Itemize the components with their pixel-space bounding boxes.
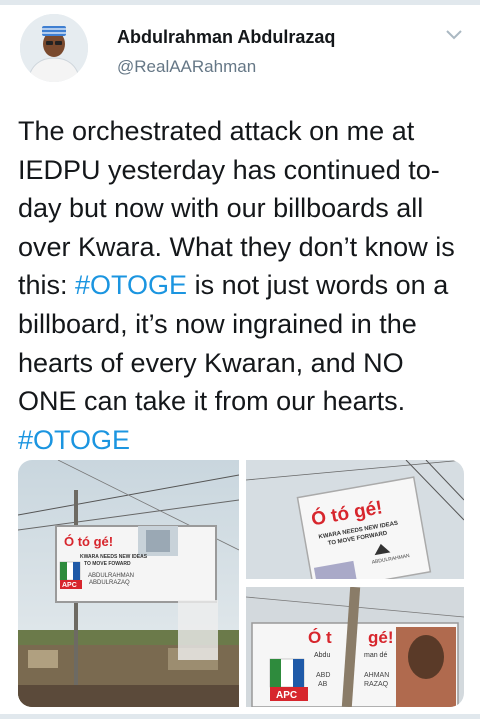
hashtag-link[interactable]: #OTOGE [75, 270, 187, 300]
media-grid: Ó tó gé! KWARA NEEDS NEW IDEAS TO MOVE F… [18, 460, 464, 707]
billboard-tagline: KWARA NEEDS NEW IDEAS [80, 554, 148, 560]
billboard-tagline: TO MOVE FOWARD [84, 561, 131, 567]
hashtag-link[interactable]: #OTOGE [18, 425, 130, 455]
billboard-candidate: ABDULRAHMAN [88, 573, 134, 579]
billboard-candidate: RAZAQ [364, 681, 389, 688]
tweet-text: The orchestrated attack on me at IEDPU y… [18, 112, 468, 459]
author-name[interactable]: Abdulrahman Abdulrazaq [117, 27, 335, 48]
billboard-photo: Ó tó gé! KWARA NEEDS NEW IDEAS TO MOVE F… [246, 460, 464, 579]
billboard-slogan-partial: Ó t [308, 628, 332, 647]
tweet-photo-3[interactable]: Ó t gé! Abdu man dé ABD AHMAN AB RAZAQ A… [246, 587, 464, 707]
chevron-down-icon[interactable] [444, 28, 464, 42]
billboard-photo: Ó tó gé! KWARA NEEDS NEW IDEAS TO MOVE F… [18, 460, 239, 707]
billboard-slogan-partial: gé! [368, 628, 394, 647]
billboard-slogan: Ó tó gé! [64, 534, 113, 549]
billboard-candidate: AHMAN [364, 672, 389, 679]
billboard-subtext: man dé [364, 652, 387, 659]
billboard-photo: Ó t gé! Abdu man dé ABD AHMAN AB RAZAQ A… [246, 587, 464, 707]
bottom-divider [0, 714, 480, 719]
top-divider [0, 0, 480, 5]
billboard-party: APC [62, 582, 77, 589]
profile-avatar[interactable] [20, 14, 88, 82]
author-handle[interactable]: @RealAARahman [117, 57, 256, 77]
billboard-candidate: ABD [316, 672, 330, 679]
tweet-photo-2[interactable]: Ó tó gé! KWARA NEEDS NEW IDEAS TO MOVE F… [246, 460, 464, 579]
billboard-candidate: AB [318, 681, 328, 688]
billboard-party: APC [276, 690, 297, 701]
tweet-photo-1[interactable]: Ó tó gé! KWARA NEEDS NEW IDEAS TO MOVE F… [18, 460, 239, 707]
billboard-candidate: ABDULRAZAQ [89, 580, 130, 586]
avatar-icon [20, 14, 88, 82]
billboard-subtext: Abdu [314, 652, 330, 659]
